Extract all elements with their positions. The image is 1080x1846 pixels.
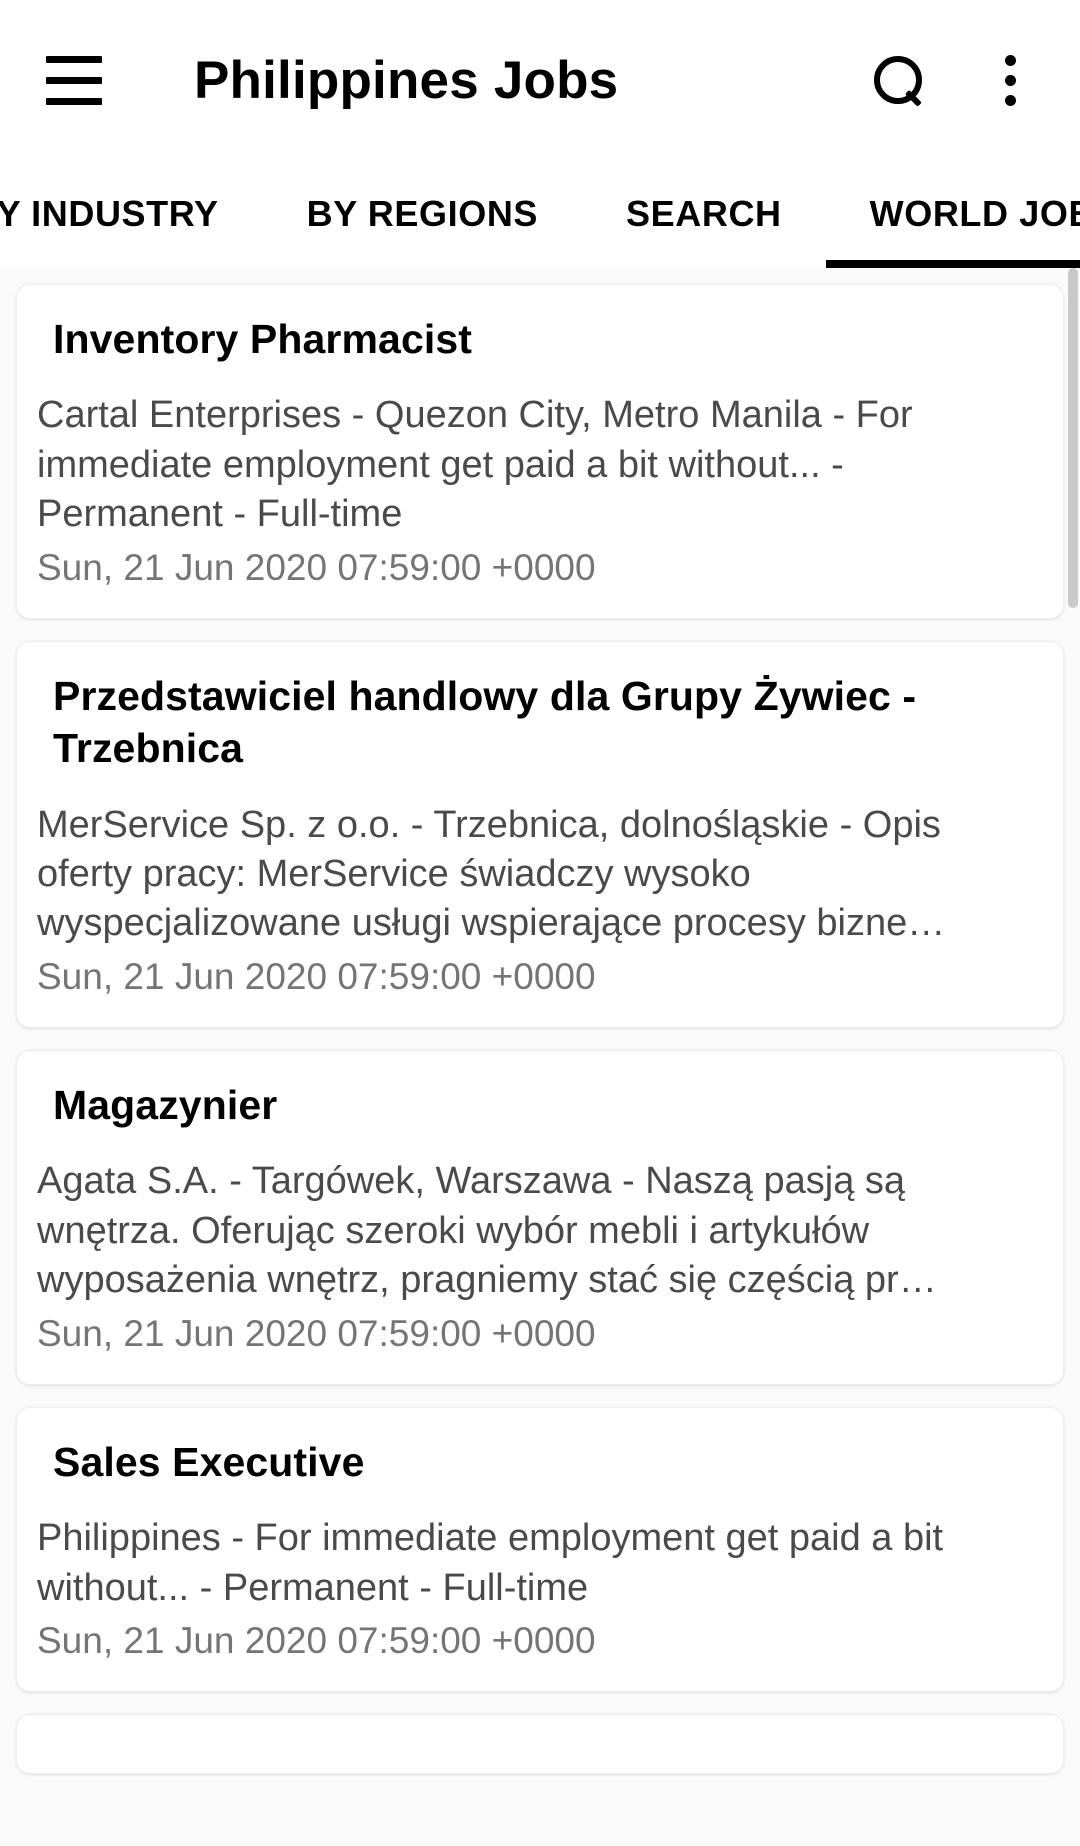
dot — [1004, 54, 1016, 66]
dot — [1004, 74, 1016, 86]
job-card[interactable]: Przedstawiciel handlowy dla Grupy Żywiec… — [16, 640, 1064, 1028]
tab-label: BY REGIONS — [306, 193, 539, 234]
app-bar-actions — [862, 44, 1046, 116]
tab-world-jobs[interactable]: WORLD JOBS — [825, 160, 1080, 268]
search-button[interactable] — [862, 44, 934, 116]
job-title: Inventory Pharmacist — [53, 316, 472, 362]
job-title: Sales Executive — [53, 1438, 365, 1485]
job-card[interactable]: Magazynier Agata S.A. - Targówek, Warsza… — [16, 1049, 1064, 1385]
tab-search[interactable]: SEARCH — [582, 160, 826, 268]
job-card[interactable]: Sales Executive Philippines - For immedi… — [16, 1406, 1064, 1693]
tab-by-regions[interactable]: BY REGIONS — [263, 160, 582, 268]
page-title: Philippines Jobs — [194, 50, 619, 110]
dot — [1004, 94, 1016, 106]
hamburger-menu-icon[interactable] — [46, 48, 110, 112]
hamburger-bar — [46, 97, 102, 105]
job-list[interactable]: Inventory Pharmacist Cartal Enterprises … — [0, 268, 1080, 1846]
job-card[interactable]: Inventory Pharmacist Cartal Enterprises … — [16, 284, 1064, 619]
job-date: Sun, 21 Jun 2020 07:59:00 +0000 — [37, 1312, 596, 1354]
tab-label: SEARCH — [626, 193, 782, 234]
job-date: Sun, 21 Jun 2020 07:59:00 +0000 — [37, 1619, 596, 1661]
job-date: Sun, 21 Jun 2020 07:59:00 +0000 — [37, 546, 596, 588]
tab-indicator — [825, 260, 1080, 268]
more-vert-icon — [1004, 54, 1016, 106]
tab-label: WORLD JOBS — [869, 193, 1080, 234]
search-icon — [872, 54, 924, 106]
job-date: Sun, 21 Jun 2020 07:59:00 +0000 — [37, 955, 596, 997]
job-description: Agata S.A. - Targówek, Warszawa - Naszą … — [37, 1160, 937, 1302]
tab-bar[interactable]: BY INDUSTRY BY REGIONS SEARCH WORLD JOBS — [0, 160, 1080, 268]
tab-strip: BY INDUSTRY BY REGIONS SEARCH WORLD JOBS — [0, 160, 1080, 268]
job-title: Magazynier — [53, 1081, 278, 1128]
vertical-scrollbar[interactable] — [1068, 268, 1078, 608]
app-root: Philippines Jobs BY INDUSTRY BY REGION — [0, 0, 1080, 1846]
job-description: Cartal Enterprises - Quezon City, Metro … — [37, 394, 913, 536]
job-description: Philippines - For immediate employment g… — [37, 1517, 944, 1609]
tab-by-industry[interactable]: BY INDUSTRY — [0, 160, 263, 268]
hamburger-bar — [46, 76, 102, 84]
overflow-menu-button[interactable] — [974, 44, 1046, 116]
hamburger-bar — [46, 55, 102, 63]
tab-label: BY INDUSTRY — [0, 193, 219, 234]
job-description: MerService Sp. z o.o. - Trzebnica, dolno… — [37, 803, 946, 945]
app-bar: Philippines Jobs — [0, 0, 1080, 160]
job-title: Przedstawiciel handlowy dla Grupy Żywiec… — [53, 672, 917, 772]
job-card-partial[interactable] — [16, 1714, 1064, 1775]
